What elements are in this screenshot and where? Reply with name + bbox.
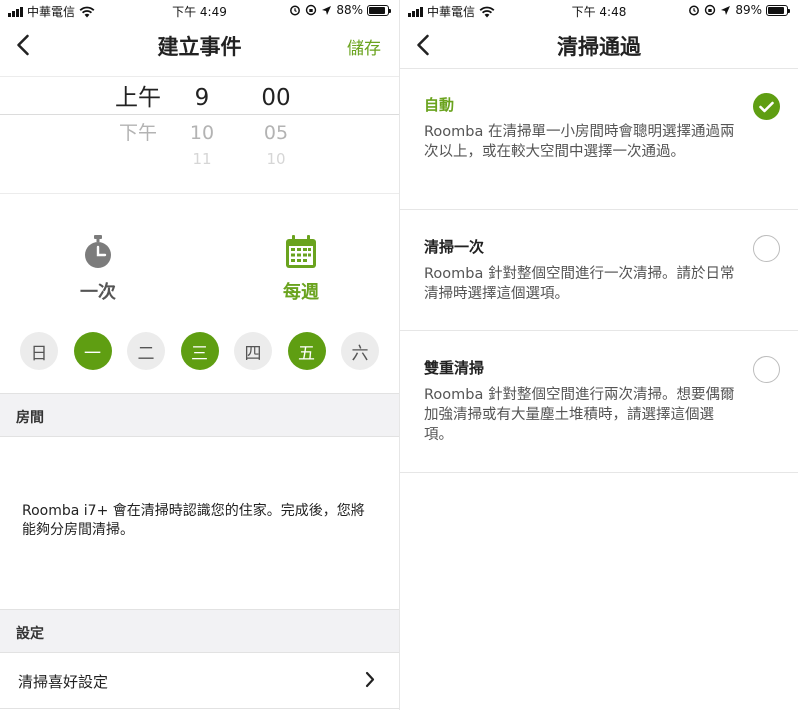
day-friday[interactable]: 五 (287, 332, 326, 370)
option-double-pass[interactable]: 雙重清掃 Roomba 針對整個空間進行兩次清掃。想要偶爾加強清掃或有大量塵土堆… (400, 331, 798, 473)
day-wednesday[interactable]: 三 (180, 332, 219, 370)
minute-next-2: 10 (266, 150, 286, 168)
stopwatch-icon (85, 235, 111, 268)
chevron-right-icon (365, 671, 375, 688)
time-picker[interactable]: 上午 下午 9 10 11 00 05 10 (0, 76, 399, 194)
frequency-once-label: 一次 (80, 282, 116, 303)
period-selected: 上午 (115, 85, 161, 111)
option-single-pass-title: 清掃一次 (424, 238, 485, 256)
rotation-lock-icon (705, 4, 716, 16)
page-title: 清掃通過 (557, 35, 641, 59)
weekday-selector: 日 一 二 三 四 五 六 (20, 332, 379, 370)
status-right-group: 89% (688, 3, 790, 17)
hour-wheel[interactable]: 9 10 11 (167, 83, 237, 168)
rooms-description: Roomba i7+ 會在清掃時認識您的住家。完成後，您將能夠分房間清掃。 (22, 503, 365, 538)
check-icon (759, 101, 774, 112)
hour-selected: 9 (194, 85, 210, 111)
day-tuesday[interactable]: 二 (127, 332, 165, 370)
frequency-weekly-option[interactable]: 每週 (241, 230, 361, 304)
option-double-pass-title: 雙重清掃 (424, 359, 485, 377)
nav-bar: 建立事件 儲存 (0, 22, 399, 68)
minute-next: 05 (263, 122, 289, 144)
status-right-group: 88% (289, 3, 391, 17)
frequency-weekly-label: 每週 (283, 282, 319, 303)
nav-bar: 清掃通過 (400, 22, 798, 68)
rooms-section-header: 房間 (0, 393, 399, 437)
settings-section-header: 設定 (0, 609, 399, 653)
day-saturday[interactable]: 六 (341, 332, 379, 370)
location-icon (721, 5, 731, 15)
option-auto-radio[interactable] (753, 93, 780, 120)
minute-selected: 00 (261, 85, 291, 111)
option-auto-title: 自動 (424, 96, 455, 114)
option-single-pass[interactable]: 清掃一次 Roomba 針對整個空間進行一次清掃。請於日常清掃時選擇這個選項。 (400, 210, 798, 331)
cleaning-preferences-row[interactable]: 清掃喜好設定 (0, 653, 399, 709)
option-double-pass-desc: Roomba 針對整個空間進行兩次清掃。想要偶爾加強清掃或有大量塵土堆積時，請選… (424, 387, 735, 443)
rotation-lock-icon (306, 4, 317, 16)
save-button[interactable]: 儲存 (347, 34, 381, 59)
status-bar: 中華電信 下午 4:48 89% (400, 0, 798, 22)
option-auto[interactable]: 自動 Roomba 在清掃單一小房間時會聰明選擇通過兩次以上，或在較大空間中選擇… (400, 69, 798, 210)
hour-next-2: 11 (192, 150, 212, 168)
battery-icon (766, 4, 790, 16)
alarm-icon (290, 5, 301, 16)
option-single-pass-desc: Roomba 針對整個空間進行一次清掃。請於日常清掃時選擇這個選項。 (424, 266, 735, 302)
period-wheel[interactable]: 上午 下午 (103, 83, 173, 147)
day-thursday[interactable]: 四 (234, 332, 272, 370)
option-auto-desc: Roomba 在清掃單一小房間時會聰明選擇通過兩次以上，或在較大空間中選擇一次通… (424, 124, 735, 160)
alarm-icon (689, 5, 700, 16)
cleaning-preferences-label: 清掃喜好設定 (18, 673, 109, 691)
hour-next: 10 (189, 122, 215, 144)
period-next: 下午 (118, 122, 157, 144)
page-title: 建立事件 (157, 35, 242, 59)
option-double-pass-radio[interactable] (753, 356, 780, 383)
create-event-screen: 中華電信 下午 4:49 88% 建立事件 儲存 上午 下午 9 10 11 0… (0, 0, 400, 710)
battery-percent: 88% (336, 3, 363, 17)
calendar-icon (286, 235, 316, 268)
day-sunday[interactable]: 日 (20, 332, 58, 370)
minute-wheel[interactable]: 00 05 10 (241, 83, 311, 168)
day-monday[interactable]: 一 (73, 332, 112, 370)
location-icon (322, 5, 332, 15)
battery-icon (367, 4, 391, 16)
status-bar: 中華電信 下午 4:49 88% (0, 0, 399, 22)
cleaning-passes-screen: 中華電信 下午 4:48 89% 清掃通過 自動 Roomba 在清掃單一小房間… (400, 0, 798, 710)
battery-percent: 89% (735, 3, 762, 17)
frequency-once-option[interactable]: 一次 (38, 230, 158, 304)
option-single-pass-radio[interactable] (753, 235, 780, 262)
